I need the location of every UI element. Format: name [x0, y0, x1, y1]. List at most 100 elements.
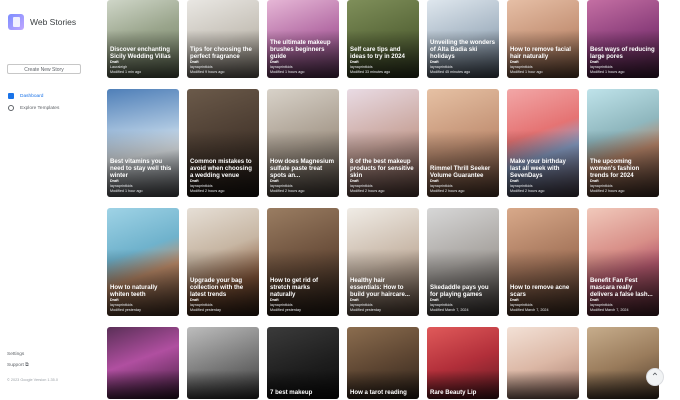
story-card[interactable]: Skedaddle pays you for playing games Draf…	[427, 208, 499, 316]
story-info: Healthy hair essentials: How to build yo…	[350, 277, 416, 313]
support-link[interactable]: Support ⧉	[7, 362, 29, 372]
story-card[interactable]: How does Magnesium sulfate paste treat s…	[267, 89, 339, 197]
story-title: Tips for choosing the perfect fragrance	[190, 45, 252, 60]
story-modified: Modified 2 hours ago	[270, 189, 305, 193]
story-info: Common mistakes to avoid when choosing a…	[190, 158, 256, 194]
story-modified: Modified 1 hour ago	[110, 189, 143, 193]
story-info: How to get rid of stretch marks naturall…	[270, 277, 336, 313]
story-modified: Modified 9 hours ago	[190, 70, 225, 74]
story-card[interactable]: 7 best makeup	[267, 327, 339, 399]
story-card[interactable]: Rimmel Thrill Seeker Volume Guarantee Dra…	[427, 89, 499, 197]
story-title: Healthy hair essentials: How to build yo…	[350, 276, 410, 298]
story-title: Rare Beauty Lip	[430, 388, 477, 396]
story-info: How to naturally whiten teeth Draft laynap…	[110, 284, 176, 313]
story-info: Rare Beauty Lip	[430, 389, 496, 396]
story-card[interactable]: Self care tips and ideas to try in 2024 D…	[347, 0, 419, 78]
story-card[interactable]: Benefit Fan Fest mascara really delivers…	[587, 208, 659, 316]
sidebar-bottom-links: Settings Support ⧉	[7, 352, 29, 372]
story-info: Self care tips and ideas to try in 2024 D…	[350, 46, 416, 75]
story-modified: Modified yesterday	[350, 308, 381, 312]
story-info: How a tarot reading	[350, 389, 416, 396]
story-grid: Discover enchanting Sicily Wedding Villa…	[107, 0, 659, 399]
story-title: Best ways of reducing large pores	[590, 45, 655, 60]
sidebar: Web Stories Create New Story Dashboard E…	[0, 0, 92, 400]
card-gradient-overlay	[187, 370, 259, 399]
story-card[interactable]: Tips for choosing the perfect fragrance D…	[187, 0, 259, 78]
story-card[interactable]: Rare Beauty Lip	[427, 327, 499, 399]
story-card[interactable]: Upgrade your bag collection with the lat…	[187, 208, 259, 316]
story-modified: Modified 2 hours ago	[350, 189, 385, 193]
story-title: Skedaddle pays you for playing games	[430, 283, 489, 298]
story-modified: Modified 2 hours ago	[430, 189, 465, 193]
sidebar-nav: Dashboard Explore Templates	[8, 90, 59, 114]
story-card[interactable]: 8 of the best makeup products for sensit…	[347, 89, 419, 197]
story-card[interactable]	[107, 327, 179, 399]
story-info: 8 of the best makeup products for sensit…	[350, 158, 416, 194]
story-modified: Modified 1 min ago	[110, 70, 142, 74]
story-title: The upcoming women's fashion trends for …	[590, 157, 640, 179]
story-title: Make your birthday last all week with Se…	[510, 157, 566, 179]
app-name: Web Stories	[30, 17, 77, 27]
dashboard-icon	[8, 93, 14, 99]
story-title: 7 best makeup	[270, 388, 313, 396]
story-card[interactable]: Make your birthday last all week with Se…	[507, 89, 579, 197]
story-card[interactable]	[587, 327, 659, 399]
story-info: Make your birthday last all week with Se…	[510, 158, 576, 194]
card-gradient-overlay	[507, 370, 579, 399]
story-card[interactable]	[507, 327, 579, 399]
story-card[interactable]: Discover enchanting Sicily Wedding Villa…	[107, 0, 179, 78]
story-modified: Modified 1 hours ago	[270, 70, 305, 74]
story-title: How to remove acne scars	[510, 283, 570, 298]
story-card[interactable]: How a tarot reading	[347, 327, 419, 399]
card-gradient-overlay	[107, 370, 179, 399]
story-title: How to remove facial hair naturally	[510, 45, 571, 60]
story-card[interactable]: Healthy hair essentials: How to build yo…	[347, 208, 419, 316]
sidebar-item-label: Dashboard	[20, 93, 44, 99]
story-info: How to remove facial hair naturally Draft…	[510, 46, 576, 75]
story-modified: Modified March 7, 2024	[590, 308, 629, 312]
story-card[interactable]: Best vitamins you need to stay well this…	[107, 89, 179, 197]
scroll-to-top-button[interactable]: ⌃	[646, 368, 664, 386]
sidebar-item-explore-templates[interactable]: Explore Templates	[8, 102, 59, 114]
story-card[interactable]: How to naturally whiten teeth Draft laynap…	[107, 208, 179, 316]
story-card[interactable]: Common mistakes to avoid when choosing a…	[187, 89, 259, 197]
sidebar-item-label: Explore Templates	[20, 105, 60, 111]
story-title: Benefit Fan Fest mascara really delivers…	[590, 276, 653, 298]
story-modified: Modified yesterday	[270, 308, 301, 312]
story-modified: Modified 1 hour ago	[510, 70, 543, 74]
story-info: How does Magnesium sulfate paste treat s…	[270, 158, 336, 194]
story-title: How does Magnesium sulfate paste treat s…	[270, 157, 334, 179]
story-modified: Modified 2 hours ago	[510, 189, 545, 193]
story-card[interactable]: The upcoming women's fashion trends for …	[587, 89, 659, 197]
story-info: How to remove acne scars Draft laynaprintk…	[510, 284, 576, 313]
story-title: Self care tips and ideas to try in 2024	[350, 45, 405, 60]
story-title: How a tarot reading	[350, 388, 407, 396]
story-card[interactable]: How to remove acne scars Draft laynaprintk…	[507, 208, 579, 316]
story-modified: Modified yesterday	[190, 308, 221, 312]
arrow-up-icon: ⌃	[650, 371, 660, 383]
story-modified: Modified 33 minutes ago	[350, 70, 391, 74]
story-title: Discover enchanting Sicily Wedding Villa…	[110, 45, 171, 60]
settings-link[interactable]: Settings	[7, 352, 29, 362]
story-card[interactable]: How to remove facial hair naturally Draft…	[507, 0, 579, 78]
story-info: Best ways of reducing large pores Draft la…	[590, 46, 656, 75]
story-title: Unveiling the wonders of Alta Badia ski …	[430, 38, 496, 60]
story-info: Upgrade your bag collection with the lat…	[190, 277, 256, 313]
story-title: Best vitamins you need to stay well this…	[110, 157, 172, 179]
story-card[interactable]: The ultimate makeup brushes beginners gu…	[267, 0, 339, 78]
story-card[interactable]: Best ways of reducing large pores Draft la…	[587, 0, 659, 78]
story-card[interactable]: Unveiling the wonders of Alta Badia ski …	[427, 0, 499, 78]
app-logo[interactable]: Web Stories	[8, 14, 76, 30]
story-card[interactable]	[187, 327, 259, 399]
story-title: The ultimate makeup brushes beginners gu…	[270, 38, 331, 60]
sidebar-item-dashboard[interactable]: Dashboard	[8, 90, 59, 102]
compass-icon	[8, 105, 14, 111]
create-new-story-button[interactable]: Create New Story	[7, 64, 81, 74]
story-info: Rimmel Thrill Seeker Volume Guarantee Dra…	[430, 165, 496, 194]
story-info: Benefit Fan Fest mascara really delivers…	[590, 277, 656, 313]
story-modified: Modified 45 minutes ago	[430, 70, 471, 74]
story-info: Discover enchanting Sicily Wedding Villa…	[110, 46, 176, 75]
story-card[interactable]: How to get rid of stretch marks naturall…	[267, 208, 339, 316]
version-footer: © 2023 Google Version 1.35.0	[7, 378, 58, 382]
story-info: The ultimate makeup brushes beginners gu…	[270, 39, 336, 75]
